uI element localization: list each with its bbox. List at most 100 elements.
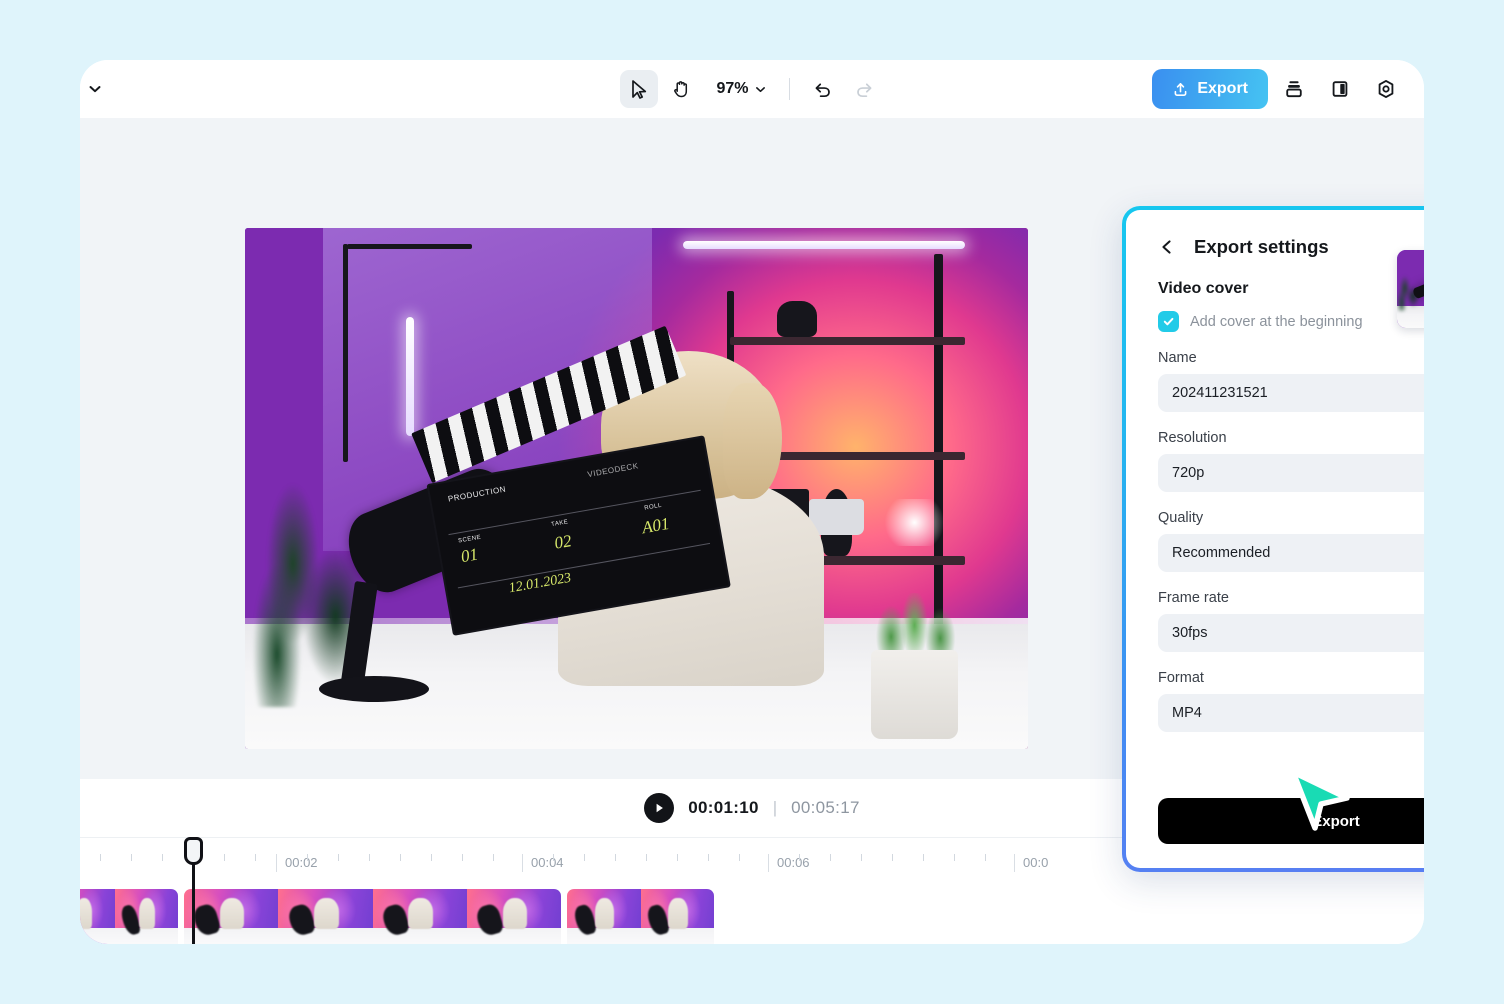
chevron-left-icon bbox=[1158, 238, 1176, 256]
shelf-board-1 bbox=[730, 337, 965, 345]
ruler-label: 00:06 bbox=[768, 854, 810, 872]
video-cover-left: Video cover Add cover at the beginning bbox=[1158, 280, 1363, 332]
video-clip-2[interactable] bbox=[184, 889, 561, 944]
zoom-level-dropdown[interactable]: 97% bbox=[704, 74, 774, 104]
quality-select[interactable]: Recommended bbox=[1158, 534, 1424, 572]
split-panel-button[interactable] bbox=[1320, 69, 1360, 109]
ruler-tick bbox=[584, 854, 585, 861]
clip-thumbnails bbox=[80, 889, 178, 944]
resolution-label: Resolution bbox=[1158, 430, 1424, 446]
clapper-scene-label: SCENE bbox=[458, 535, 482, 545]
ruler-tick bbox=[892, 854, 893, 861]
clip-thumbnail bbox=[641, 889, 715, 944]
export-settings-panel: Export settings Video cover Add cover at… bbox=[1122, 206, 1424, 872]
ruler-tick bbox=[131, 854, 132, 861]
ruler-label: 00:0 bbox=[1014, 854, 1048, 872]
clapper-date-value: 12.01.2023 bbox=[508, 571, 573, 598]
ruler-label: 00:04 bbox=[522, 854, 564, 872]
top-toolbar: 97% bbox=[80, 60, 1424, 118]
ruler-tick bbox=[830, 854, 831, 861]
video-clip-1[interactable] bbox=[80, 889, 178, 944]
tube-light-vertical bbox=[406, 317, 414, 437]
framerate-select[interactable]: 30fps bbox=[1158, 614, 1424, 652]
playhead[interactable] bbox=[192, 843, 195, 944]
light-glare bbox=[879, 499, 949, 546]
clip-thumbnail bbox=[115, 889, 178, 944]
video-preview-canvas[interactable]: PRODUCTION VIDEODECK SCENE TAKE ROLL 01 … bbox=[245, 228, 1028, 749]
ceiling-bar bbox=[347, 244, 472, 249]
framerate-value: 30fps bbox=[1172, 625, 1207, 641]
ruler-tick bbox=[553, 854, 554, 861]
zoom-level-value: 97% bbox=[716, 80, 748, 98]
clip-thumbnail bbox=[373, 889, 467, 944]
chevron-down-icon bbox=[754, 83, 767, 96]
total-duration: 00:05:17 bbox=[791, 798, 860, 818]
ruler-label: 00:02 bbox=[276, 854, 318, 872]
ruler-tick bbox=[462, 854, 463, 861]
resolution-value: 720p bbox=[1172, 465, 1204, 481]
ruler-tick bbox=[615, 854, 616, 861]
resolution-select[interactable]: 720p bbox=[1158, 454, 1424, 492]
video-cover-title: Video cover bbox=[1158, 280, 1363, 298]
panel-title: Export settings bbox=[1194, 236, 1329, 258]
add-cover-label: Add cover at the beginning bbox=[1190, 314, 1363, 330]
ruler-tick bbox=[739, 854, 740, 861]
back-button[interactable] bbox=[1158, 237, 1178, 257]
video-cover-thumbnail[interactable] bbox=[1397, 250, 1424, 328]
clapper-roll-label: ROLL bbox=[644, 503, 662, 512]
clip-thumbnail bbox=[278, 889, 372, 944]
ruler-tick bbox=[162, 854, 163, 861]
framerate-label: Frame rate bbox=[1158, 590, 1424, 606]
export-button[interactable]: Export bbox=[1152, 69, 1268, 109]
clapper-take-label: TAKE bbox=[551, 520, 569, 529]
name-field-value: 202411231521 bbox=[1172, 385, 1268, 401]
undo-button[interactable] bbox=[804, 70, 842, 108]
ruler-tick bbox=[255, 854, 256, 861]
toolbar-divider bbox=[789, 78, 790, 100]
ruler-tick bbox=[224, 854, 225, 861]
settings-gear-icon bbox=[1375, 78, 1397, 100]
check-icon bbox=[1162, 315, 1175, 328]
layers-button[interactable] bbox=[1274, 69, 1314, 109]
ruler-tick bbox=[493, 854, 494, 861]
split-panel-icon bbox=[1329, 78, 1351, 100]
microphone-base bbox=[319, 676, 429, 702]
ruler-tick bbox=[646, 854, 647, 861]
name-field[interactable]: 202411231521 bbox=[1158, 374, 1424, 412]
video-clip-3[interactable] bbox=[567, 889, 714, 944]
format-value: MP4 bbox=[1172, 705, 1202, 721]
add-cover-checkbox[interactable] bbox=[1158, 311, 1179, 332]
clip-thumbnail bbox=[467, 889, 561, 944]
export-submit-button[interactable]: Export bbox=[1158, 798, 1424, 844]
upload-icon bbox=[1172, 81, 1189, 98]
select-tool-button[interactable] bbox=[620, 70, 658, 108]
clapper-scene-value: 01 bbox=[459, 545, 479, 568]
clip-thumbnails bbox=[567, 889, 714, 944]
ruler-tick bbox=[677, 854, 678, 861]
ruler-tick bbox=[708, 854, 709, 861]
clip-thumbnail bbox=[80, 889, 115, 944]
cursor-arrow-icon bbox=[629, 79, 649, 100]
format-select[interactable]: MP4 bbox=[1158, 694, 1424, 732]
hair-right bbox=[723, 383, 782, 499]
video-cover-section: Video cover Add cover at the beginning bbox=[1158, 280, 1424, 332]
toolbar-right-group: Export bbox=[1152, 60, 1406, 118]
playhead-handle[interactable] bbox=[184, 837, 203, 865]
ruler-tick bbox=[400, 854, 401, 861]
quality-label: Quality bbox=[1158, 510, 1424, 526]
redo-button[interactable] bbox=[846, 70, 884, 108]
export-settings-body: Export settings Video cover Add cover at… bbox=[1126, 210, 1424, 868]
panel-header: Export settings bbox=[1158, 236, 1424, 258]
settings-button[interactable] bbox=[1366, 69, 1406, 109]
light-stand-left bbox=[343, 244, 348, 463]
play-button[interactable] bbox=[644, 793, 674, 823]
quality-value: Recommended bbox=[1172, 545, 1270, 561]
ruler-tick bbox=[100, 854, 101, 861]
clip-thumbnail bbox=[184, 889, 278, 944]
add-cover-checkbox-row[interactable]: Add cover at the beginning bbox=[1158, 311, 1363, 332]
shelf-object-1 bbox=[777, 301, 816, 337]
ruler-tick bbox=[985, 854, 986, 861]
clapper-production-label: PRODUCTION bbox=[447, 485, 506, 504]
plant-pot bbox=[871, 650, 957, 739]
hand-tool-button[interactable] bbox=[662, 70, 700, 108]
